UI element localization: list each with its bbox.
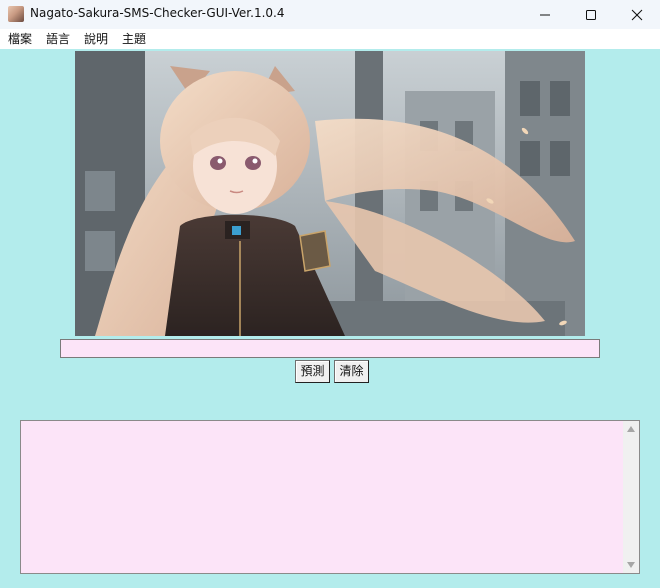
menu-language[interactable]: 語言 [46, 31, 70, 47]
anime-illustration-image [75, 51, 585, 336]
maximize-icon [586, 9, 596, 20]
scroll-up-arrow-icon [627, 426, 635, 432]
menu-file[interactable]: 檔案 [8, 31, 32, 47]
maximize-button[interactable] [568, 0, 614, 29]
sms-input-field[interactable] [60, 339, 600, 358]
menu-help[interactable]: 說明 [84, 31, 108, 47]
menu-theme[interactable]: 主題 [122, 31, 146, 47]
output-text[interactable] [21, 421, 623, 573]
app-avatar-icon [8, 6, 24, 22]
scroll-down-arrow-icon [627, 562, 635, 568]
minimize-icon [540, 14, 550, 15]
menu-bar: 檔案 語言 說明 主題 [0, 29, 660, 49]
window-title: Nagato-Sakura-SMS-Checker-GUI-Ver.1.0.4 [30, 6, 285, 20]
clear-button[interactable]: 清除 [334, 360, 369, 383]
minimize-button[interactable] [522, 0, 568, 29]
close-icon [631, 9, 643, 20]
title-bar[interactable]: Nagato-Sakura-SMS-Checker-GUI-Ver.1.0.4 [0, 0, 660, 29]
scroll-down-button[interactable] [623, 557, 639, 573]
vertical-scrollbar[interactable] [623, 421, 639, 573]
predict-button[interactable]: 預測 [295, 360, 330, 383]
scroll-up-button[interactable] [623, 421, 639, 437]
output-text-area [20, 420, 640, 574]
close-button[interactable] [614, 0, 660, 29]
